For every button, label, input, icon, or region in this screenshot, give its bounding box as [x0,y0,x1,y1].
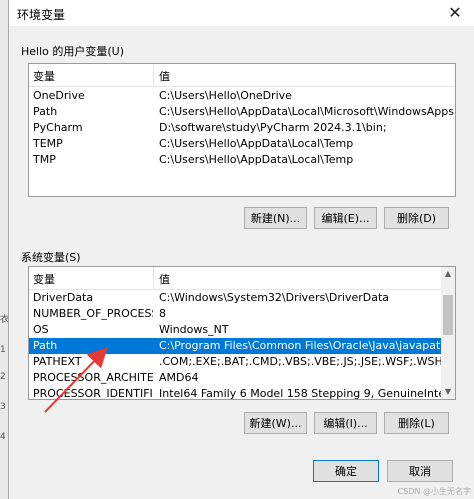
variable-name: TEMP [33,137,63,150]
list-item[interactable]: OneDrive C:\Users\Hello\OneDrive [29,88,455,104]
user-vars-list[interactable]: 变量 值 OneDrive C:\Users\Hello\OneDrive Pa… [28,63,456,197]
variable-value: C:\Windows\System32\Drivers\DriverData [159,291,390,304]
system-edit-button[interactable]: 编辑(I)... [314,412,377,434]
scroll-thumb[interactable] [443,295,453,335]
background-glyph: 2 [0,372,6,382]
variable-name: Path [33,339,58,352]
variable-value: Windows_NT [159,323,229,336]
variable-value: C:\Users\Hello\AppData\Local\Temp [159,137,354,150]
variable-name: PyCharm [33,121,83,134]
background-glyph: 4 [0,432,6,442]
variable-name: OS [33,323,49,336]
list-item[interactable]: Path C:\Users\Hello\AppData\Local\Micros… [29,104,455,120]
user-edit-button[interactable]: 编辑(E)... [314,207,377,229]
variable-value: 8 [159,307,166,320]
list-item[interactable]: OS Windows_NT [29,322,441,338]
list-item[interactable]: DriverData C:\Windows\System32\Drivers\D… [29,290,441,306]
variable-value: C:\Users\Hello\AppData\Local\Temp [159,153,354,166]
list-item[interactable]: PROCESSOR_IDENTIFIER Intel64 Family 6 Mo… [29,386,441,400]
column-header-value[interactable]: 值 [159,68,170,84]
system-delete-button[interactable]: 删除(L) [384,412,449,434]
vertical-scrollbar[interactable]: ▲ ▼ [441,267,455,399]
user-vars-header: 变量 值 [29,64,455,87]
user-vars-label: Hello 的用户变量(U) [21,45,125,58]
variable-name: TMP [33,153,56,166]
variable-value: .COM;.EXE;.BAT;.CMD;.VBS;.VBE;.JS;.JSE;.… [159,355,441,368]
variable-name: DriverData [33,291,94,304]
list-item[interactable]: TMP C:\Users\Hello\AppData\Local\Temp [29,152,455,168]
variable-name: PROCESSOR_ARCHITECT... [33,371,153,384]
variable-value: D:\software\study\PyCharm 2024.3.1\bin; [159,121,387,134]
variable-name: OneDrive [33,89,85,102]
list-item-selected[interactable]: Path C:\Program Files\Common Files\Oracl… [29,338,441,354]
close-icon[interactable]: ✕ [445,3,465,23]
user-new-button[interactable]: 新建(N)... [244,207,307,229]
variable-name: PATHEXT [33,355,82,368]
system-vars-list[interactable]: 变量 值 DriverData C:\Windows\System32\Driv… [28,266,456,400]
column-header-variable[interactable]: 变量 [33,68,55,84]
user-delete-button[interactable]: 删除(D) [384,207,449,229]
background-glyph: 1 [0,345,6,355]
variable-name: NUMBER_OF_PROCESSORS [33,307,153,320]
system-vars-label: 系统变量(S) [21,251,81,264]
list-item[interactable]: NUMBER_OF_PROCESSORS 8 [29,306,441,322]
variable-value: AMD64 [159,371,199,384]
variable-name: PROCESSOR_IDENTIFIER [33,387,153,400]
system-new-button[interactable]: 新建(W)... [244,412,307,434]
column-header-value[interactable]: 值 [159,271,170,287]
cancel-button[interactable]: 取消 [387,460,453,482]
column-header-variable[interactable]: 变量 [33,271,55,287]
ok-button[interactable]: 确定 [313,460,379,482]
window-title: 环境变量 [17,8,66,22]
background-glyph: 衣 [0,315,10,325]
variable-value: C:\Program Files\Common Files\Oracle\Jav… [159,339,441,352]
list-item[interactable]: PATHEXT .COM;.EXE;.BAT;.CMD;.VBS;.VBE;.J… [29,354,441,370]
variable-value: C:\Users\Hello\OneDrive [159,89,292,102]
scroll-down-icon[interactable]: ▼ [441,385,455,399]
environment-variables-dialog: 环境变量 ✕ Hello 的用户变量(U) 变量 值 OneDrive C:\U… [8,0,474,499]
background-glyph: 3 [0,402,6,412]
variable-value: C:\Users\Hello\AppData\Local\Microsoft\W… [159,105,455,118]
title-bar: 环境变量 ✕ [9,0,474,26]
variable-name: Path [33,105,58,118]
list-item[interactable]: PROCESSOR_ARCHITECT... AMD64 [29,370,441,386]
variable-value: Intel64 Family 6 Model 158 Stepping 9, G… [159,387,441,400]
scroll-up-icon[interactable]: ▲ [441,267,455,281]
watermark: CSDN @小生无名字 [397,487,471,496]
list-item[interactable]: PyCharm D:\software\study\PyCharm 2024.3… [29,120,455,136]
list-item[interactable]: TEMP C:\Users\Hello\AppData\Local\Temp [29,136,455,152]
system-vars-header: 变量 值 [29,267,455,290]
